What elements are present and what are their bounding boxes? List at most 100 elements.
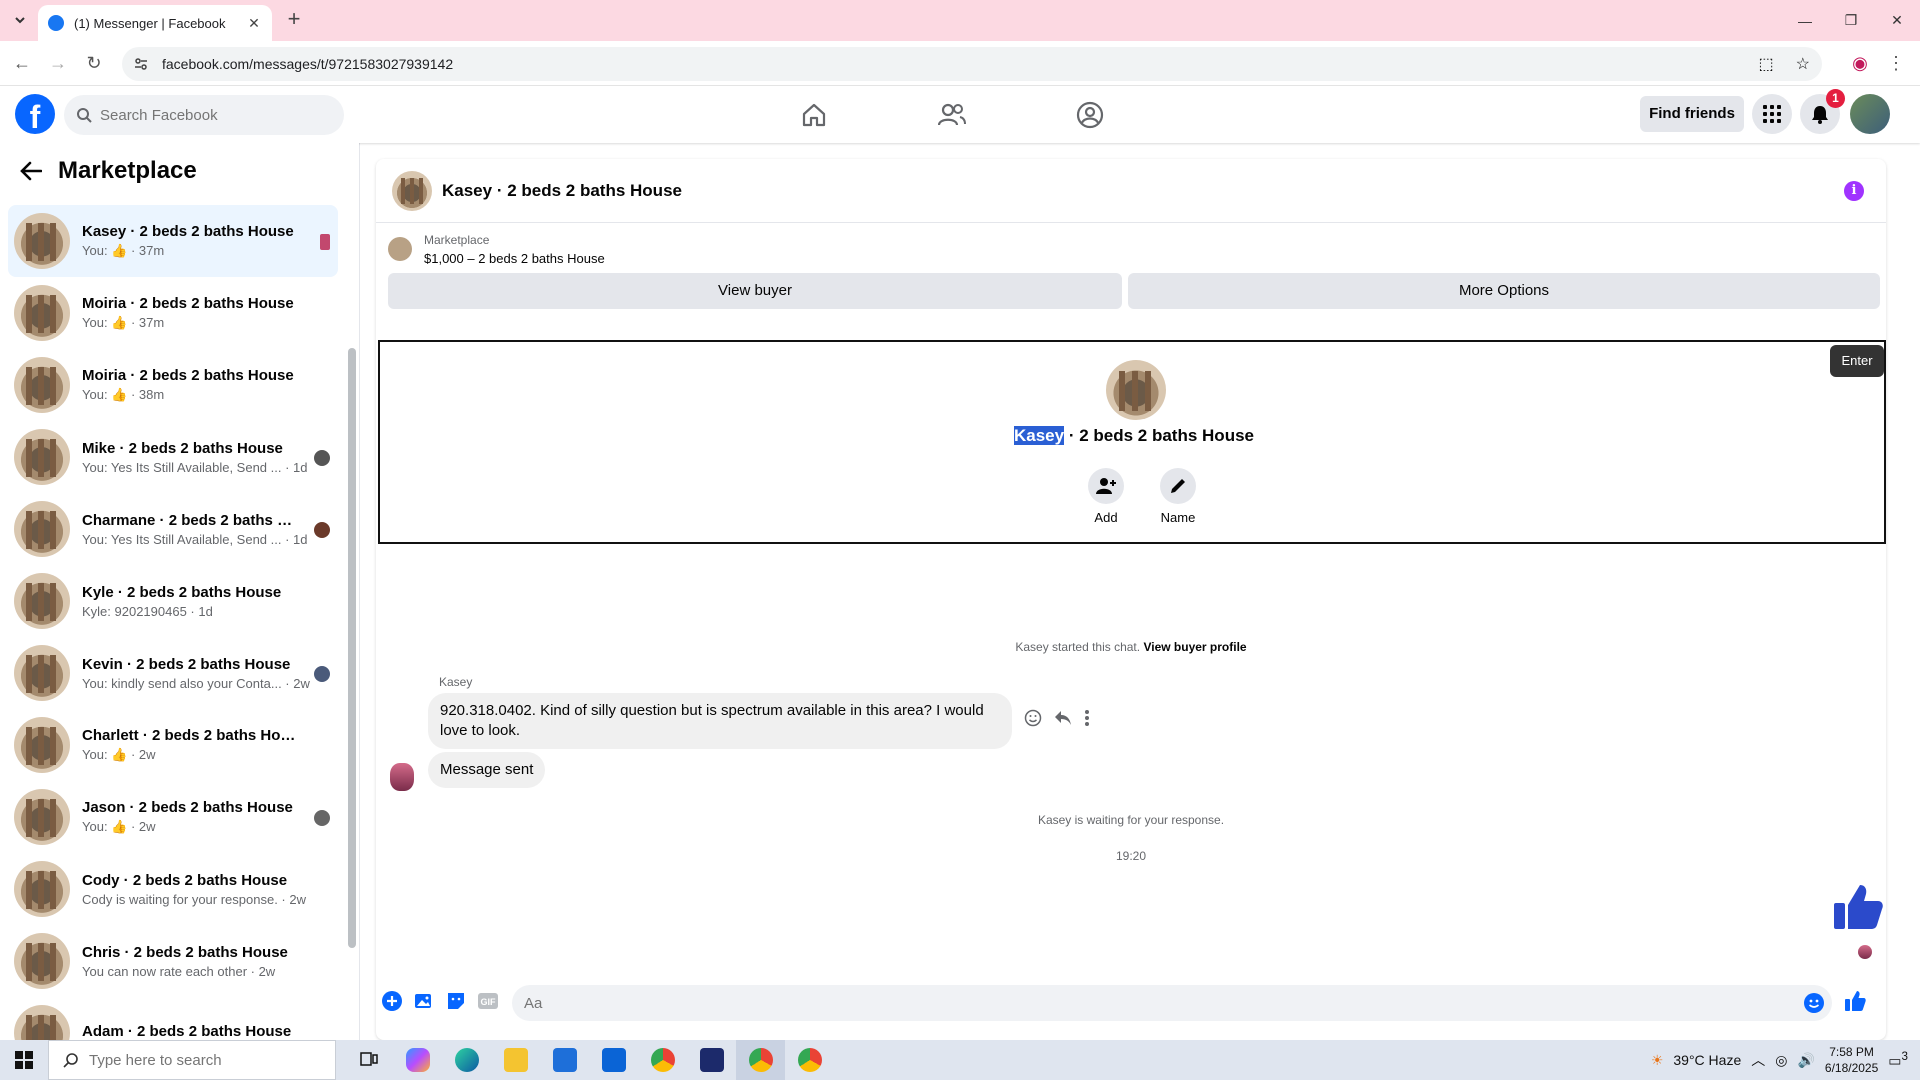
edge-icon (454, 1048, 479, 1072)
chrome-app[interactable] (638, 1040, 687, 1080)
url-field[interactable]: facebook.com/messages/t/9721583027939142… (122, 47, 1822, 81)
back-button[interactable]: ← (10, 51, 34, 75)
windows-logo-icon (15, 1051, 33, 1069)
view-buyer-profile-link[interactable]: View buyer profile (1143, 640, 1246, 654)
taskbar-search[interactable] (48, 1040, 336, 1080)
more-options-button[interactable]: More Options (1128, 273, 1880, 309)
profile-card: Kasey · 2 beds 2 baths House Add Name (378, 340, 1886, 544)
store-app[interactable] (540, 1040, 589, 1080)
chrome-icon (797, 1048, 822, 1072)
info-icon[interactable]: i (1844, 181, 1864, 201)
listing-thumbnail (14, 861, 70, 917)
volume-icon[interactable]: 🔊 (1797, 1052, 1814, 1069)
browser-menu-icon[interactable]: ⋮ (1884, 51, 1908, 75)
notification-center-icon[interactable]: ▭3 (1888, 1050, 1908, 1070)
conversation-item[interactable]: Cody · 2 beds 2 baths House Cody is waiti… (8, 853, 338, 925)
menu-button[interactable] (1752, 94, 1792, 134)
friends-nav[interactable] (896, 86, 1008, 143)
clock[interactable]: 7:58 PM 6/18/2025 (1825, 1044, 1878, 1076)
send-like-icon[interactable] (1844, 990, 1866, 1012)
facebook-search[interactable] (64, 95, 344, 135)
conversation-item[interactable]: Jason · 2 beds 2 baths House You: 👍 · 2w (8, 781, 338, 853)
forward-button[interactable]: → (46, 51, 70, 75)
weather-text[interactable]: 39°C Haze (1673, 1052, 1741, 1068)
edge-app[interactable] (442, 1040, 491, 1080)
chat-title[interactable]: Kasey · 2 beds 2 baths House (442, 181, 682, 201)
restore-button[interactable]: ❐ (1828, 0, 1874, 41)
search-icon (77, 108, 92, 123)
listing-thumbnail (14, 285, 70, 341)
bookmark-star-icon[interactable]: ☆ (1796, 54, 1810, 74)
conversation-item[interactable]: Kyle · 2 beds 2 baths House Kyle: 9202190… (8, 565, 338, 637)
profile-name-rest: · 2 beds 2 baths House (1064, 426, 1254, 445)
message-bubble-incoming[interactable]: 920.318.0402. Kind of silly question but… (428, 693, 1012, 749)
install-app-icon[interactable]: ⬚ (1759, 54, 1774, 74)
show-hidden-icons-icon[interactable]: ︿ (1751, 1050, 1765, 1070)
minimize-button[interactable]: — (1782, 0, 1828, 41)
emoji-icon[interactable] (1804, 993, 1824, 1013)
gif-icon[interactable]: GIF (478, 991, 498, 1011)
weather-icon[interactable]: ☀ (1651, 1052, 1664, 1069)
task-view-icon (359, 1052, 378, 1066)
facebook-search-input[interactable] (100, 106, 320, 124)
outlook-app[interactable] (589, 1040, 638, 1080)
more-options-icon[interactable] (1084, 710, 1090, 726)
name-action[interactable]: Name (1148, 468, 1208, 525)
taskbar-search-input[interactable] (89, 1051, 269, 1069)
file-explorer-app[interactable] (491, 1040, 540, 1080)
account-avatar[interactable] (1850, 94, 1890, 134)
chrome-active-app[interactable] (736, 1040, 785, 1080)
sidebar-scrollbar[interactable] (348, 348, 356, 948)
tab-search-button[interactable] (8, 8, 32, 32)
conversation-name: Adam · 2 beds 2 baths House (82, 1023, 292, 1040)
profile-icon[interactable]: ◉ (1848, 51, 1872, 75)
plus-circle-icon[interactable] (382, 991, 402, 1011)
reload-button[interactable]: ↻ (82, 51, 106, 75)
site-info-icon[interactable] (134, 57, 148, 71)
conversation-item[interactable]: Moiria · 2 beds 2 baths House You: 👍 · 37… (8, 277, 338, 349)
message-input-wrap[interactable] (512, 985, 1832, 1021)
profile-thumbnail (1106, 360, 1166, 420)
thumbs-up-sticker-icon[interactable] (1832, 881, 1884, 933)
tab-close-icon[interactable]: ✕ (246, 15, 262, 31)
copilot-app[interactable] (393, 1040, 442, 1080)
conversation-item[interactable]: Charmane · 2 beds 2 baths Ho... You: Yes … (8, 493, 338, 565)
reply-icon[interactable] (1054, 710, 1072, 726)
chrome-icon (748, 1048, 773, 1072)
listing-price[interactable]: $1,000 – 2 beds 2 baths House (424, 251, 605, 266)
conversation-item[interactable]: Kasey · 2 beds 2 baths House You: 👍 · 37m (8, 205, 338, 277)
conversation-preview: You: 👍 · 37m (82, 243, 165, 258)
conversation-item[interactable]: Chris · 2 beds 2 baths House You can now … (8, 925, 338, 997)
conversation-item[interactable]: Charlett · 2 beds 2 baths House You: 👍 · … (8, 709, 338, 781)
new-tab-button[interactable]: + (282, 8, 306, 32)
task-view-button[interactable] (344, 1040, 393, 1080)
sender-name: Kasey (439, 675, 473, 689)
chrome-app-2[interactable] (785, 1040, 834, 1080)
start-button[interactable] (0, 1040, 48, 1080)
view-buyer-button[interactable]: View buyer (388, 273, 1122, 309)
groups-nav[interactable] (1034, 86, 1146, 143)
back-arrow-icon[interactable] (20, 161, 42, 181)
profile-name[interactable]: Kasey · 2 beds 2 baths House (380, 426, 1886, 446)
conversation-item[interactable]: Adam · 2 beds 2 baths House (8, 997, 338, 1040)
message-sent-bubble[interactable]: Message sent (428, 752, 546, 788)
conversation-name: Charlett · 2 beds 2 baths House (82, 727, 302, 744)
app-icon-red[interactable] (687, 1040, 736, 1080)
listing-mini-thumbnail (388, 237, 412, 261)
add-action[interactable]: Add (1076, 468, 1136, 525)
photo-icon[interactable] (414, 991, 434, 1011)
close-window-button[interactable]: ✕ (1874, 0, 1920, 41)
chat-listing-thumbnail[interactable] (392, 170, 432, 211)
message-input[interactable] (524, 994, 1774, 1012)
home-icon (802, 103, 826, 126)
conversation-item[interactable]: Moiria · 2 beds 2 baths House You: 👍 · 38… (8, 349, 338, 421)
facebook-logo-icon[interactable]: f (15, 94, 55, 134)
conversation-item[interactable]: Mike · 2 beds 2 baths House You: Yes Its … (8, 421, 338, 493)
conversation-item[interactable]: Kevin · 2 beds 2 baths House You: kindly … (8, 637, 338, 709)
browser-tab-active[interactable]: (1) Messenger | Facebook ✕ (38, 5, 272, 41)
home-nav[interactable] (758, 86, 870, 143)
sticker-icon[interactable] (446, 991, 466, 1011)
network-icon[interactable]: ◎ (1775, 1052, 1787, 1069)
find-friends-button[interactable]: Find friends (1640, 96, 1744, 132)
react-icon[interactable] (1024, 709, 1042, 727)
